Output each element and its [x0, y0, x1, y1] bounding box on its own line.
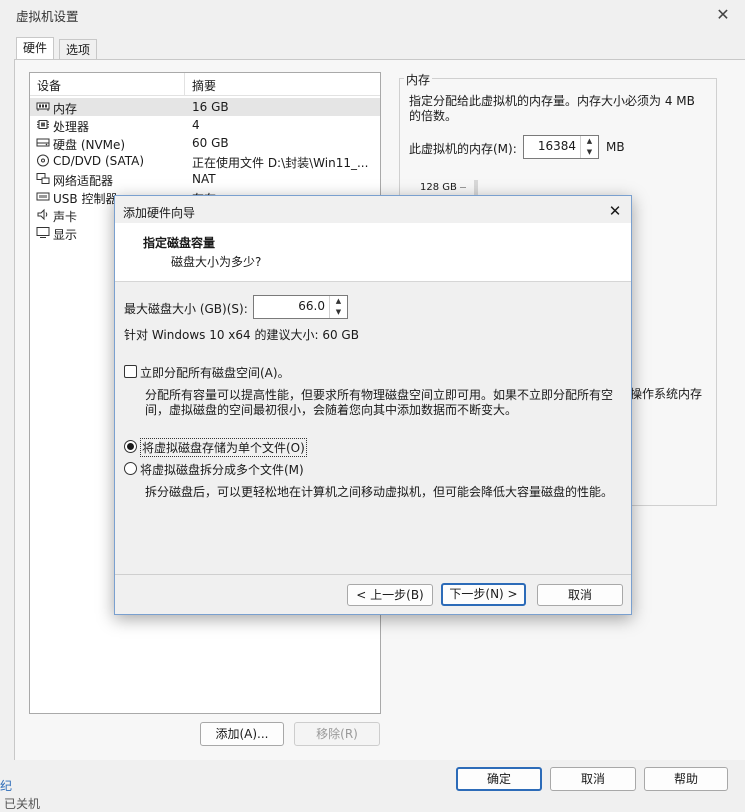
- device-summary: 正在使用文件 D:\封装\Win11_...: [192, 156, 369, 170]
- remove-device-button[interactable]: 移除(R): [294, 722, 380, 746]
- wizard-cancel-button[interactable]: 取消: [537, 584, 623, 606]
- split-desc: 拆分磁盘后，可以更轻松地在计算机之间移动虚拟机，但可能会降低大容量磁盘的性能。: [145, 485, 614, 499]
- single-file-label[interactable]: 将虚拟磁盘存储为单个文件(O): [140, 438, 307, 457]
- window-title: 虚拟机设置: [16, 9, 79, 24]
- cd-icon: [37, 154, 49, 167]
- memory-slider-track[interactable]: [474, 180, 478, 196]
- device-row-harddisk[interactable]: 硬盘 (NVMe) 60 GB: [30, 134, 380, 152]
- spin-up-icon[interactable]: ▲: [330, 296, 347, 307]
- usb-icon: [36, 192, 50, 201]
- wizard-title: 添加硬件向导: [123, 206, 196, 220]
- back-button[interactable]: < 上一步(B): [347, 584, 433, 606]
- device-name: USB 控制器: [53, 192, 118, 206]
- cpu-icon: [37, 120, 49, 129]
- device-row-network[interactable]: 网络适配器 NAT: [30, 170, 380, 188]
- tab-hardware[interactable]: 硬件: [16, 37, 55, 61]
- device-name: CD/DVD (SATA): [53, 154, 145, 168]
- device-row-processor[interactable]: 处理器 4: [30, 116, 380, 134]
- device-summary: NAT: [192, 172, 216, 186]
- recommended-size: 针对 Windows 10 x64 的建议大小: 60 GB: [124, 328, 359, 342]
- wizard-heading: 指定磁盘容量: [143, 236, 216, 250]
- max-size-label: 最大磁盘大小 (GB)(S):: [124, 302, 248, 316]
- network-icon: [36, 173, 50, 184]
- scale-tick: [460, 187, 466, 188]
- vm-memory-spinbox[interactable]: 16384 ▲ ▼: [523, 135, 599, 159]
- speaker-icon: [37, 208, 48, 221]
- bottom-left-char: 纪: [0, 779, 13, 793]
- memory-desc-line2: 的倍数。: [409, 109, 458, 123]
- monitor-icon: [36, 227, 50, 238]
- column-summary: 摘要: [192, 79, 217, 93]
- max-disk-size-value: 66.0: [298, 299, 325, 313]
- wizard-header: 指定磁盘容量 磁盘大小为多少?: [115, 223, 631, 282]
- memory-group-title: 内存: [404, 71, 433, 88]
- single-file-radio[interactable]: [124, 440, 137, 453]
- device-name: 处理器: [53, 120, 90, 134]
- device-summary: 16 GB: [192, 100, 229, 114]
- memory-partial-text: 操作系统内存: [630, 387, 703, 401]
- device-name: 硬盘 (NVMe): [53, 138, 126, 152]
- column-device: 设备: [37, 79, 62, 93]
- device-name: 声卡: [53, 210, 78, 224]
- vm-memory-label: 此虚拟机的内存(M):: [409, 142, 517, 156]
- device-name: 显示: [53, 228, 78, 242]
- max-disk-size-spinbox[interactable]: 66.0 ▲ ▼: [253, 295, 348, 319]
- spin-up-icon[interactable]: ▲: [581, 136, 598, 147]
- ok-button[interactable]: 确定: [456, 767, 542, 791]
- add-hardware-wizard: 添加硬件向导 ✕ 指定磁盘容量 磁盘大小为多少? 最大磁盘大小 (GB)(S):…: [114, 195, 632, 615]
- wizard-separator: [115, 574, 631, 575]
- add-device-button[interactable]: 添加(A)...: [200, 722, 284, 746]
- split-files-label[interactable]: 将虚拟磁盘拆分成多个文件(M): [140, 461, 304, 478]
- spin-down-icon[interactable]: ▼: [581, 147, 598, 158]
- harddisk-icon: [36, 138, 50, 147]
- device-summary: 4: [192, 118, 200, 132]
- device-list-header: 设备 摘要: [30, 73, 380, 96]
- wizard-subheading: 磁盘大小为多少?: [171, 255, 262, 269]
- device-name: 内存: [53, 102, 78, 116]
- vm-memory-value: 16384: [537, 139, 576, 153]
- tab-options[interactable]: 选项: [59, 39, 98, 60]
- next-button[interactable]: 下一步(N) >: [441, 583, 526, 606]
- vm-memory-unit: MB: [606, 140, 625, 154]
- vm-status: 已关机: [4, 797, 41, 811]
- cancel-button[interactable]: 取消: [550, 767, 636, 791]
- memory-icon: [36, 102, 50, 111]
- device-name: 网络适配器: [53, 174, 114, 188]
- help-button[interactable]: 帮助: [644, 767, 728, 791]
- device-summary: 60 GB: [192, 136, 229, 150]
- allocate-now-label[interactable]: 立即分配所有磁盘空间(A)。: [140, 364, 290, 381]
- split-files-radio[interactable]: [124, 462, 137, 475]
- device-row-cddvd[interactable]: CD/DVD (SATA) 正在使用文件 D:\封装\Win11_...: [30, 152, 380, 170]
- allocate-now-checkbox[interactable]: [124, 365, 137, 378]
- close-icon[interactable]: ✕: [713, 5, 733, 25]
- device-row-memory[interactable]: 内存 16 GB: [30, 98, 380, 116]
- memory-scale-top: 128 GB: [420, 182, 457, 193]
- close-icon[interactable]: ✕: [605, 201, 625, 221]
- spin-down-icon[interactable]: ▼: [330, 307, 347, 318]
- allocate-desc-line2: 间，虚拟磁盘的空间最初很小，会随着您向其中添加数据而不断变大。: [145, 403, 518, 417]
